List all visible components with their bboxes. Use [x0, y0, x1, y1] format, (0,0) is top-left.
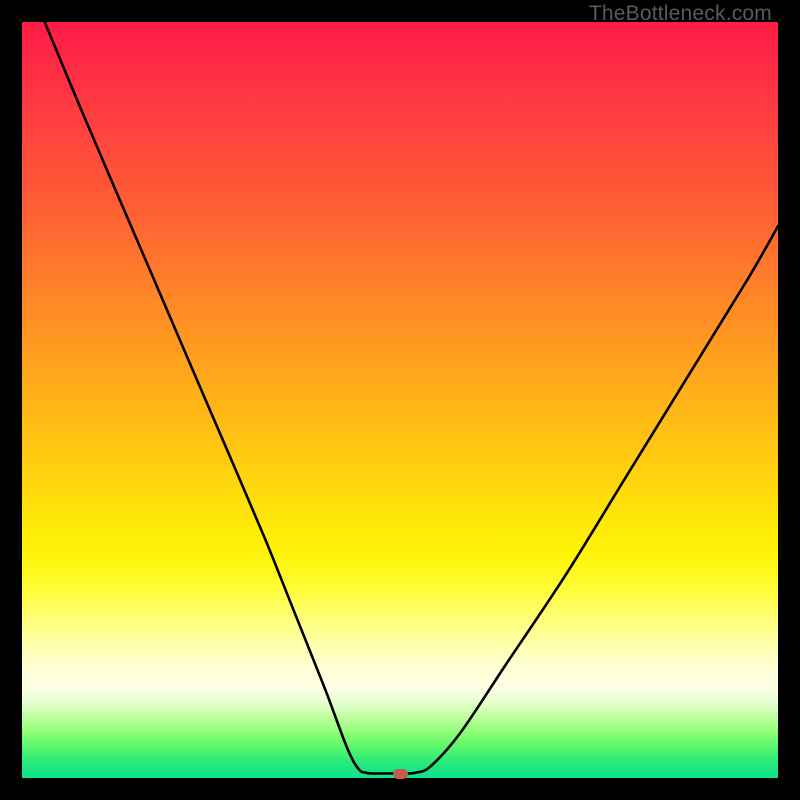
watermark-text: TheBottleneck.com — [589, 2, 772, 26]
optimal-point-marker — [393, 769, 408, 779]
bottleneck-curve — [22, 22, 778, 778]
chart-frame — [22, 22, 778, 778]
